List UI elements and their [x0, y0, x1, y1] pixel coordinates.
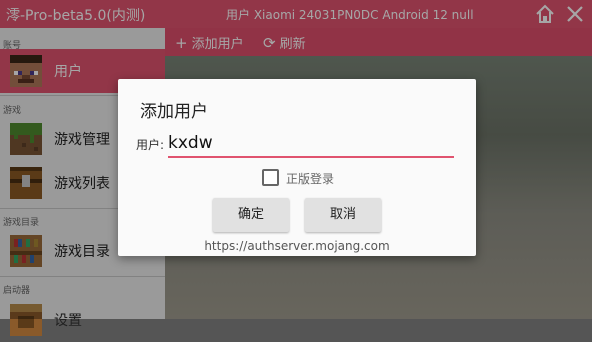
add-user-dialog: 添加用户 用户: 正版登录 确定 取消 https://authserver.m… — [118, 79, 476, 256]
user-label: 用户: — [136, 138, 165, 152]
dialog-title: 添加用户 — [140, 102, 208, 122]
auth-server-text: https://authserver.mojang.com — [204, 239, 390, 253]
ok-button[interactable]: 确定 — [213, 198, 289, 232]
username-input[interactable] — [168, 129, 454, 158]
cancel-button[interactable]: 取消 — [305, 198, 381, 232]
premium-login-checkbox[interactable] — [262, 169, 279, 186]
premium-login-label: 正版登录 — [286, 172, 335, 186]
